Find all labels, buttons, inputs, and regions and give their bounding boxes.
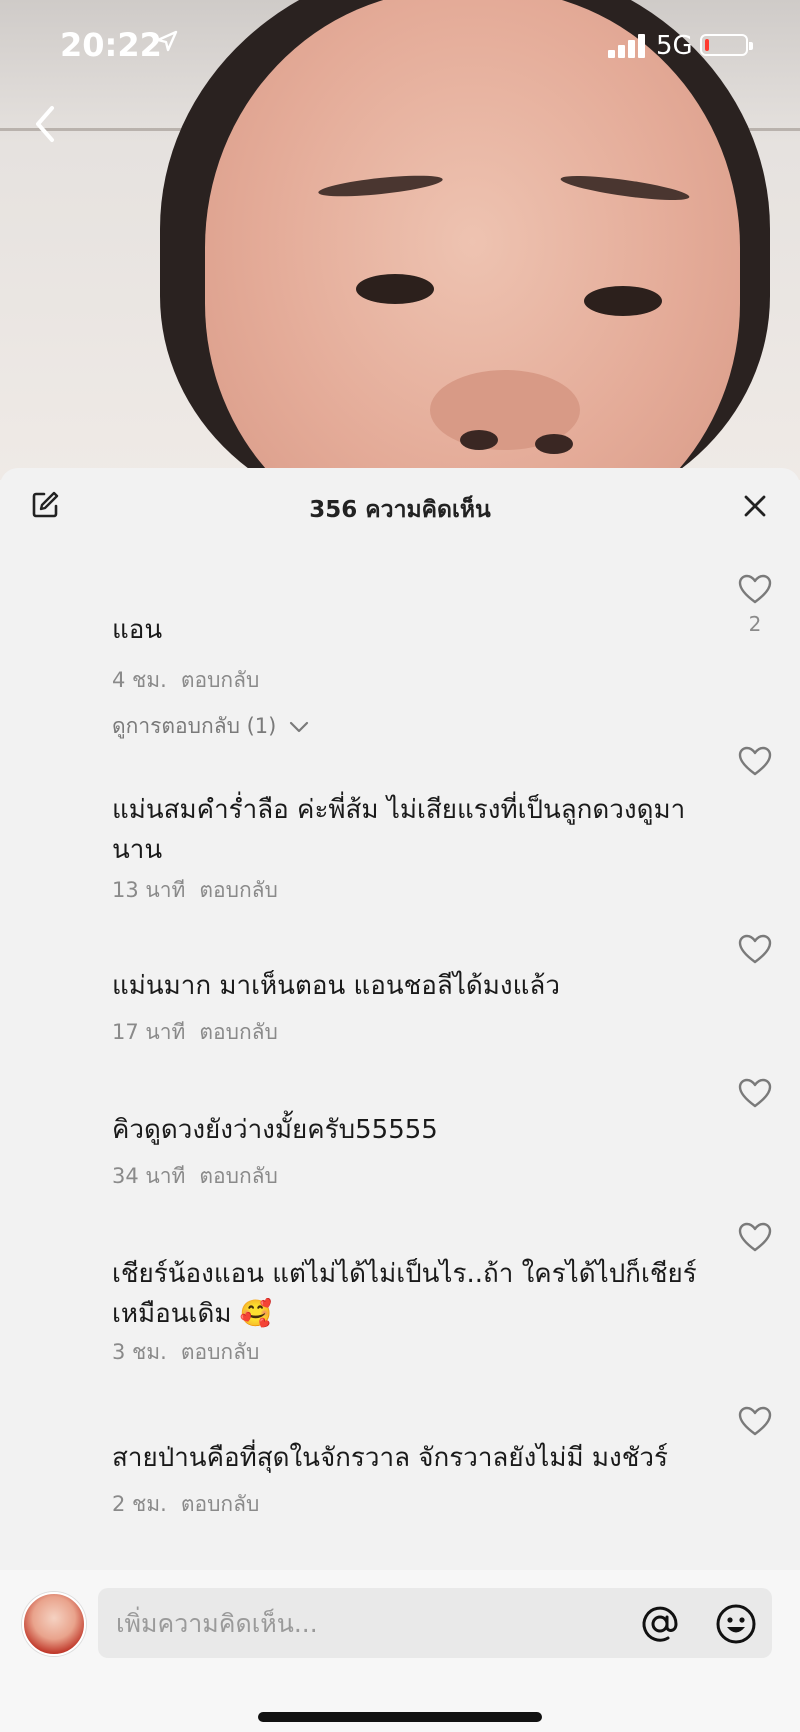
comment-input-bar <box>0 1570 800 1732</box>
reply-button[interactable]: ตอบกลับ <box>181 1340 260 1364</box>
heart-icon <box>738 1406 772 1436</box>
comment-meta: 4 ชม. ตอบกลับ <box>112 664 259 697</box>
back-chevron-icon[interactable] <box>26 100 66 148</box>
comment-time: 13 นาที <box>112 878 186 902</box>
comment-count-title: 356 ความคิดเห็น <box>309 497 491 523</box>
comment-item: แม่นมาก มาเห็นตอน แอนชอลีได้มงแล้ว 17 นา… <box>0 928 800 1072</box>
comment-time: 3 ชม. <box>112 1340 167 1364</box>
emoji-icon[interactable] <box>714 1602 758 1646</box>
view-replies-label: ดูการตอบกลับ (1) <box>112 714 277 738</box>
right-eye <box>584 286 662 316</box>
signal-icon <box>608 34 648 58</box>
heart-icon <box>738 746 772 776</box>
comment-time: 2 ชม. <box>112 1492 167 1516</box>
comment-item: สายป่านคือที่สุดในจักรวาล จักรวาลยังไม่ม… <box>0 1400 800 1544</box>
left-eye <box>356 274 434 304</box>
comment-meta: 17 นาที ตอบกลับ <box>112 1016 278 1049</box>
comment-time: 17 นาที <box>112 1020 186 1044</box>
reply-button[interactable]: ตอบกลับ <box>199 1164 278 1188</box>
reply-button[interactable]: ตอบกลับ <box>181 668 260 692</box>
heart-icon <box>738 574 772 604</box>
comment-meta: 34 นาที ตอบกลับ <box>112 1160 278 1193</box>
left-nostril <box>460 430 498 450</box>
reply-button[interactable]: ตอบกลับ <box>181 1492 260 1516</box>
comment-item: เชียร์น้องแอน แต่ไม่ได้ไม่เป็นไร..ถ้า ใค… <box>0 1216 800 1400</box>
comment-item: แม่นสมคำร่ำลือ ค่ะพี่ส้ม ไม่เสียแรงที่เป… <box>0 746 800 928</box>
comment-time: 34 นาที <box>112 1164 186 1188</box>
like-button[interactable] <box>736 746 774 780</box>
comment-meta: 3 ชม. ตอบกลับ <box>112 1336 259 1369</box>
battery-icon <box>700 34 753 56</box>
like-button[interactable]: 2 <box>736 574 774 636</box>
heart-icon <box>738 1078 772 1108</box>
reply-button[interactable]: ตอบกลับ <box>199 1020 278 1044</box>
comment-text: แอน <box>112 615 163 645</box>
view-replies-button[interactable]: ดูการตอบกลับ (1) <box>112 710 309 743</box>
like-button[interactable] <box>736 1222 774 1256</box>
location-arrow-icon <box>156 30 178 52</box>
close-icon[interactable] <box>742 493 768 519</box>
comment-item: คิวดูดวงยังว่างมั้ยครับ55555 34 นาที ตอบก… <box>0 1072 800 1216</box>
comment-list: แอน 4 ชม. ตอบกลับ ดูการตอบกลับ (1) 2 แม่น… <box>0 564 800 1564</box>
comment-text: แม่นมาก มาเห็นตอน แอนชอลีได้มงแล้ว <box>112 971 560 1001</box>
network-type: 5G <box>656 31 693 61</box>
comment-item: แอน 4 ชม. ตอบกลับ ดูการตอบกลับ (1) 2 <box>0 564 800 746</box>
comment-meta: 13 นาที ตอบกลับ <box>112 874 278 907</box>
mention-icon[interactable] <box>638 1602 682 1646</box>
reply-button[interactable]: ตอบกลับ <box>199 878 278 902</box>
comment-text: สายป่านคือที่สุดในจักรวาล จักรวาลยังไม่ม… <box>112 1443 668 1473</box>
comment-meta: 2 ชม. ตอบกลับ <box>112 1488 259 1521</box>
like-button[interactable] <box>736 934 774 968</box>
comment-text: เชียร์น้องแอน แต่ไม่ได้ไม่เป็นไร..ถ้า ใค… <box>112 1259 697 1329</box>
comment-time: 4 ชม. <box>112 668 167 692</box>
battery-level <box>705 39 709 51</box>
like-count: 2 <box>748 612 762 636</box>
heart-icon <box>738 934 772 964</box>
status-time: 20:22 <box>60 26 162 64</box>
comments-sheet: 356 ความคิดเห็น แอน 4 ชม. ตอบกลับ ดูการตอ… <box>0 468 800 1732</box>
status-bar: 20:22 5G <box>0 0 800 92</box>
home-indicator <box>258 1712 542 1722</box>
heart-icon <box>738 1222 772 1252</box>
like-button[interactable] <box>736 1406 774 1440</box>
comment-text: แม่นสมคำร่ำลือ ค่ะพี่ส้ม ไม่เสียแรงที่เป… <box>112 795 686 865</box>
user-avatar[interactable] <box>22 1592 86 1656</box>
chevron-down-icon <box>289 721 309 733</box>
comment-text: คิวดูดวงยังว่างมั้ยครับ55555 <box>112 1115 438 1145</box>
like-button[interactable] <box>736 1078 774 1112</box>
right-nostril <box>535 434 573 454</box>
sheet-header: 356 ความคิดเห็น <box>0 468 800 544</box>
